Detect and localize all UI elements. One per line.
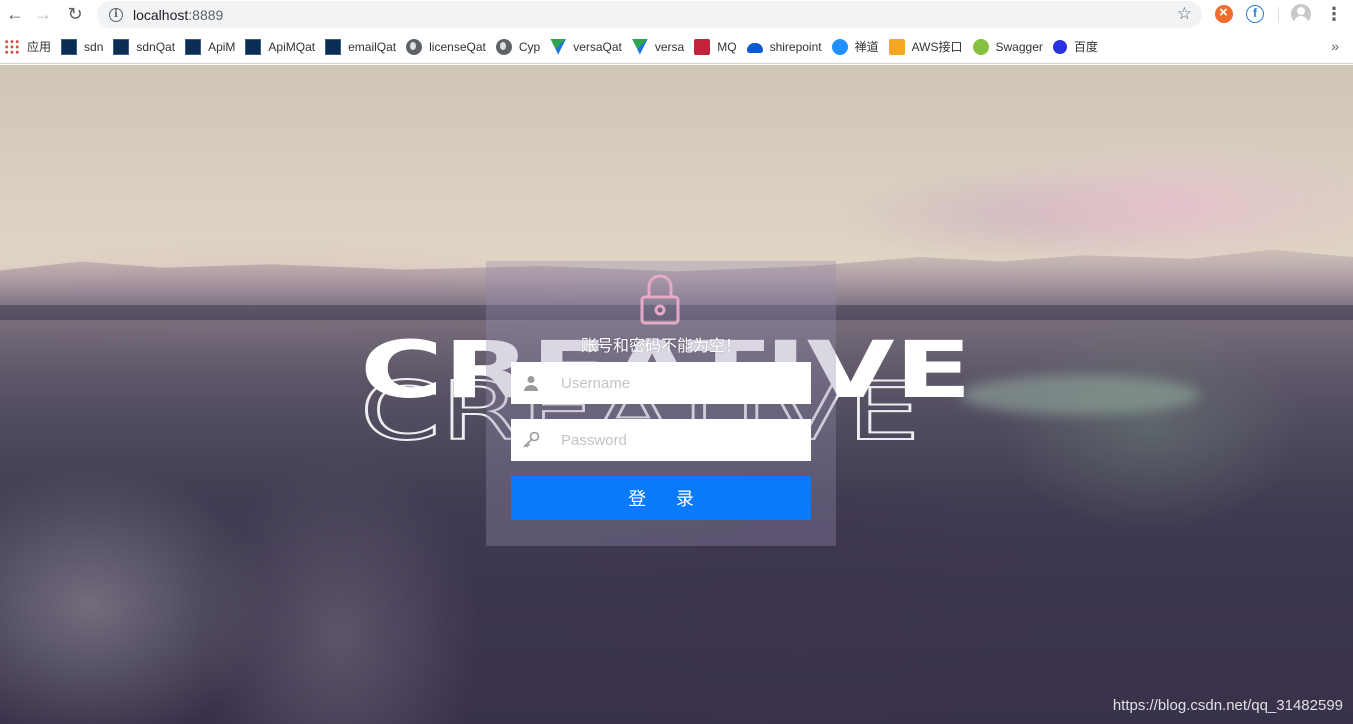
username-field[interactable] [511, 362, 811, 404]
browser-menu-icon[interactable]: ⋮ [1325, 4, 1343, 25]
bookmark-sdnqat[interactable]: sdnQat [109, 35, 181, 59]
bookmark-apim[interactable]: ApiM [181, 35, 241, 59]
address-bar[interactable]: i localhost:8889 ☆ [97, 1, 1202, 28]
profile-avatar-icon[interactable] [1291, 4, 1311, 24]
bookmark-label: shirepoint [769, 39, 822, 54]
more-bookmarks-icon[interactable]: » [1331, 38, 1339, 54]
site-favicon-icon [325, 38, 342, 55]
username-input[interactable] [551, 363, 811, 403]
background-meadow [960, 375, 1200, 415]
bookmark-chandao[interactable]: 禅道 [828, 35, 885, 59]
site-favicon-icon [245, 38, 262, 55]
bookmark-apps[interactable]: 应用 [0, 35, 57, 59]
bookmark-aws[interactable]: AWS接口 [885, 35, 969, 59]
site-favicon-icon [113, 38, 130, 55]
bookmark-label: versa [654, 39, 685, 54]
login-button[interactable]: 登 录 [511, 476, 811, 520]
globe-icon [495, 38, 512, 55]
extension-icon[interactable]: f [1246, 5, 1264, 23]
site-favicon-icon [185, 38, 202, 55]
bookmark-label: MQ [717, 39, 737, 54]
bookmark-label: sdn [84, 39, 104, 54]
site-favicon-icon [61, 38, 78, 55]
bookmarks-bar: 应用 sdn sdnQat ApiM ApiMQat emailQat lice… [0, 30, 1353, 64]
versa-icon [631, 38, 648, 55]
url-port: :8889 [188, 6, 224, 23]
bookmark-shirepoint[interactable]: shirepoint [743, 35, 828, 59]
lock-icon [640, 274, 680, 325]
bookmark-sdn[interactable]: sdn [57, 35, 109, 59]
bookmark-label: Cyp [518, 39, 541, 54]
versa-icon [550, 38, 567, 55]
bookmark-label: sdnQat [136, 39, 176, 54]
password-input[interactable] [551, 420, 811, 460]
onedrive-icon [746, 43, 763, 53]
bookmark-licenseqat[interactable]: licenseQat [402, 35, 492, 59]
bookmark-label: licenseQat [429, 39, 486, 54]
bookmark-versaqat[interactable]: versaQat [546, 35, 628, 59]
bookmark-label: Swagger [995, 39, 1043, 54]
watermark-text: https://blog.csdn.net/qq_31482599 [1112, 697, 1343, 714]
bookmark-cyp[interactable]: Cyp [492, 35, 546, 59]
bookmark-label: ApiMQat [268, 39, 316, 54]
login-page: CREATIVE CREATIVE 账号和密码不能为空！ 登 录 https:/… [0, 65, 1353, 724]
back-icon[interactable]: ← [0, 0, 30, 28]
password-field[interactable] [511, 419, 811, 461]
login-error-message: 账号和密码不能为空！ [580, 336, 741, 355]
baidu-icon [1052, 39, 1067, 54]
bookmark-emailqat[interactable]: emailQat [321, 35, 402, 59]
address-url[interactable]: localhost:8889 [133, 7, 223, 23]
bookmark-label: AWS接口 [911, 40, 963, 54]
bookmark-star-icon[interactable]: ☆ [1177, 4, 1192, 24]
bookmark-swagger[interactable]: Swagger [969, 35, 1049, 59]
site-info-icon[interactable]: i [109, 7, 123, 22]
browser-toolbar: ← → ↻ i localhost:8889 ☆ f ⋮ [0, 0, 1353, 30]
bookmark-label: emailQat [348, 39, 397, 54]
bookmark-mq[interactable]: MQ [690, 35, 742, 59]
bookmark-versa[interactable]: versa [628, 35, 690, 59]
bookmark-apimqat[interactable]: ApiMQat [241, 35, 321, 59]
mq-icon [694, 38, 711, 55]
swagger-icon [972, 38, 989, 55]
reload-icon[interactable]: ↻ [60, 0, 90, 28]
chandao-icon [831, 38, 848, 55]
apps-grid-icon [4, 38, 20, 55]
bookmark-label: 百度 [1073, 40, 1098, 54]
extension-icon[interactable] [1215, 4, 1233, 23]
globe-icon [406, 38, 423, 55]
forward-icon[interactable]: → [28, 0, 58, 28]
toolbar-divider [1278, 7, 1279, 23]
bookmark-label: ApiM [208, 39, 236, 54]
url-host: localhost [133, 6, 189, 23]
bookmark-baidu[interactable]: 百度 [1049, 35, 1104, 59]
bookmark-label: versaQat [573, 39, 622, 54]
aws-icon [888, 38, 905, 55]
bookmark-label: 应用 [27, 40, 52, 54]
bookmark-label: 禅道 [854, 40, 879, 54]
user-icon [511, 362, 551, 404]
key-icon [511, 419, 551, 461]
